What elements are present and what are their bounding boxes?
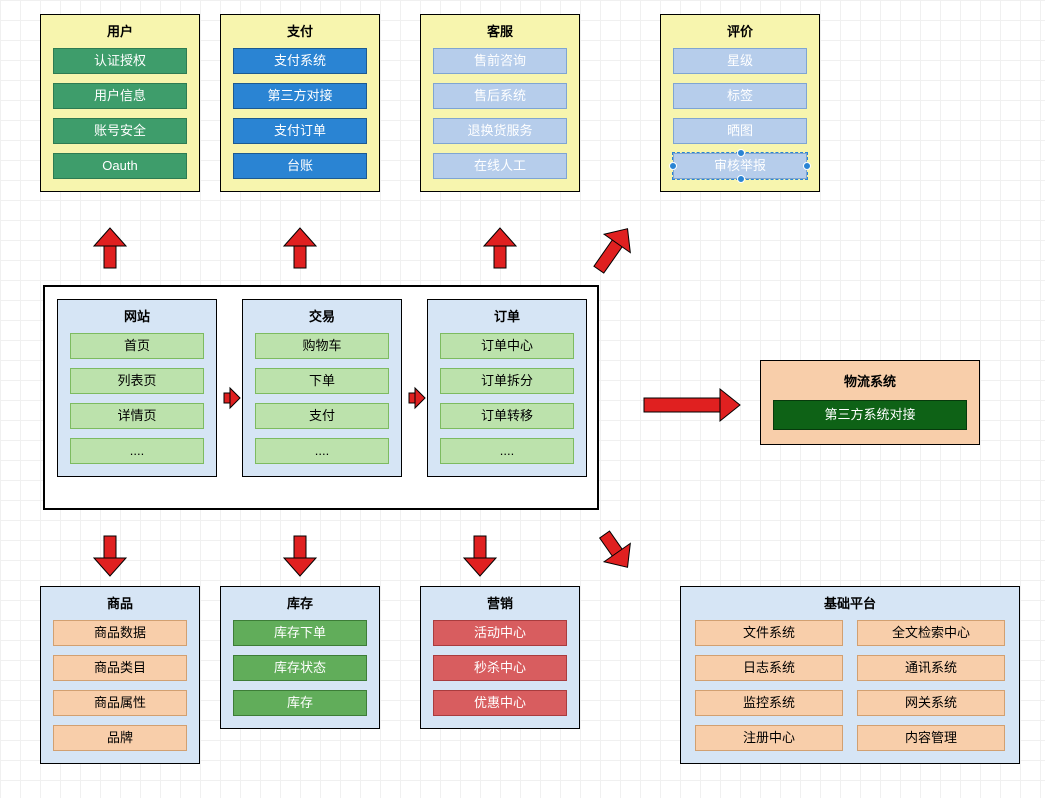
module-trade: 交易 购物车 下单 支付 .... xyxy=(242,299,402,477)
item-online-human: 在线人工 xyxy=(433,153,567,179)
module-pay: 支付 支付系统 第三方对接 支付订单 台账 xyxy=(220,14,380,192)
item-log: 日志系统 xyxy=(695,655,843,681)
module-site-title: 网站 xyxy=(58,300,216,329)
item-home: 首页 xyxy=(70,333,204,359)
item-pay-ledger: 台账 xyxy=(233,153,367,179)
selection-handle-icon[interactable] xyxy=(803,162,811,170)
item-presale: 售前咨询 xyxy=(433,48,567,74)
item-tag: 标签 xyxy=(673,83,807,109)
item-dots: .... xyxy=(70,438,204,464)
item-file-sys: 文件系统 xyxy=(695,620,843,646)
module-user: 用户 认证授权 用户信息 账号安全 Oauth xyxy=(40,14,200,192)
item-pay-system: 支付系统 xyxy=(233,48,367,74)
selection-handle-icon[interactable] xyxy=(737,175,745,183)
item-aftersale: 售后系统 xyxy=(433,83,567,109)
module-cs: 客服 售前咨询 售后系统 退换货服务 在线人工 xyxy=(420,14,580,192)
item-userinfo: 用户信息 xyxy=(53,83,187,109)
item-seckill: 秒杀中心 xyxy=(433,655,567,681)
item-return: 退换货服务 xyxy=(433,118,567,144)
module-platform: 基础平台 文件系统 全文检索中心 日志系统 通讯系统 监控系统 网关系统 注册中… xyxy=(680,586,1020,764)
module-cs-title: 客服 xyxy=(421,15,579,44)
arrow-diagonal-down-icon xyxy=(591,525,640,576)
item-cart: 购物车 xyxy=(255,333,389,359)
item-3rd-sys: 第三方系统对接 xyxy=(773,400,967,430)
diagram-canvas: 用户 认证授权 用户信息 账号安全 Oauth 支付 支付系统 第三方对接 支付… xyxy=(0,0,1045,798)
module-user-title: 用户 xyxy=(41,15,199,44)
item-pay: 支付 xyxy=(255,403,389,429)
arrow-up-icon xyxy=(284,228,316,268)
module-pay-title: 支付 xyxy=(221,15,379,44)
item-goods-data: 商品数据 xyxy=(53,620,187,646)
item-discount: 优惠中心 xyxy=(433,690,567,716)
item-stock: 库存 xyxy=(233,690,367,716)
module-stock: 库存 库存下单 库存状态 库存 xyxy=(220,586,380,729)
module-marketing: 营销 活动中心 秒杀中心 优惠中心 xyxy=(420,586,580,729)
item-activity: 活动中心 xyxy=(433,620,567,646)
item-stock-order: 库存下单 xyxy=(233,620,367,646)
item-order-split: 订单拆分 xyxy=(440,368,574,394)
module-goods: 商品 商品数据 商品类目 商品属性 品牌 xyxy=(40,586,200,764)
arrow-right-large-icon xyxy=(644,389,740,421)
item-place-order: 下单 xyxy=(255,368,389,394)
module-review: 评价 星级 标签 晒图 审核举报 xyxy=(660,14,820,192)
item-order-center: 订单中心 xyxy=(440,333,574,359)
item-auth: 认证授权 xyxy=(53,48,187,74)
arrow-up-icon xyxy=(94,228,126,268)
item-stock-status: 库存状态 xyxy=(233,655,367,681)
item-monitor: 监控系统 xyxy=(695,690,843,716)
item-detail: 详情页 xyxy=(70,403,204,429)
item-brand: 品牌 xyxy=(53,725,187,751)
item-pay-order: 支付订单 xyxy=(233,118,367,144)
item-comm: 通讯系统 xyxy=(857,655,1005,681)
module-platform-title: 基础平台 xyxy=(681,587,1019,616)
module-goods-title: 商品 xyxy=(41,587,199,616)
item-pay-3rd: 第三方对接 xyxy=(233,83,367,109)
arrow-up-icon xyxy=(484,228,516,268)
arrow-down-icon xyxy=(94,536,126,576)
item-oauth: Oauth xyxy=(53,153,187,179)
item-content: 内容管理 xyxy=(857,725,1005,751)
arrow-diagonal-up-icon xyxy=(586,220,641,279)
module-stock-title: 库存 xyxy=(221,587,379,616)
item-goods-attr: 商品属性 xyxy=(53,690,187,716)
module-logistics-title: 物流系统 xyxy=(761,361,979,396)
item-order-transfer: 订单转移 xyxy=(440,403,574,429)
module-site: 网站 首页 列表页 详情页 .... xyxy=(57,299,217,477)
module-marketing-title: 营销 xyxy=(421,587,579,616)
item-dots3: .... xyxy=(440,438,574,464)
item-dots2: .... xyxy=(255,438,389,464)
selection-handle-icon[interactable] xyxy=(669,162,677,170)
module-order: 订单 订单中心 订单拆分 订单转移 .... xyxy=(427,299,587,477)
item-account-security: 账号安全 xyxy=(53,118,187,144)
arrow-down-icon xyxy=(464,536,496,576)
module-order-title: 订单 xyxy=(428,300,586,329)
item-search: 全文检索中心 xyxy=(857,620,1005,646)
module-review-title: 评价 xyxy=(661,15,819,44)
item-registry: 注册中心 xyxy=(695,725,843,751)
item-gateway: 网关系统 xyxy=(857,690,1005,716)
selection-handle-icon[interactable] xyxy=(737,149,745,157)
item-goods-category: 商品类目 xyxy=(53,655,187,681)
core-container: 网站 首页 列表页 详情页 .... 交易 购物车 下单 支付 .... 订单 … xyxy=(43,285,599,510)
module-logistics: 物流系统 第三方系统对接 xyxy=(760,360,980,445)
item-star: 星级 xyxy=(673,48,807,74)
module-trade-title: 交易 xyxy=(243,300,401,329)
item-list: 列表页 xyxy=(70,368,204,394)
arrow-down-icon xyxy=(284,536,316,576)
item-photo: 晒图 xyxy=(673,118,807,144)
